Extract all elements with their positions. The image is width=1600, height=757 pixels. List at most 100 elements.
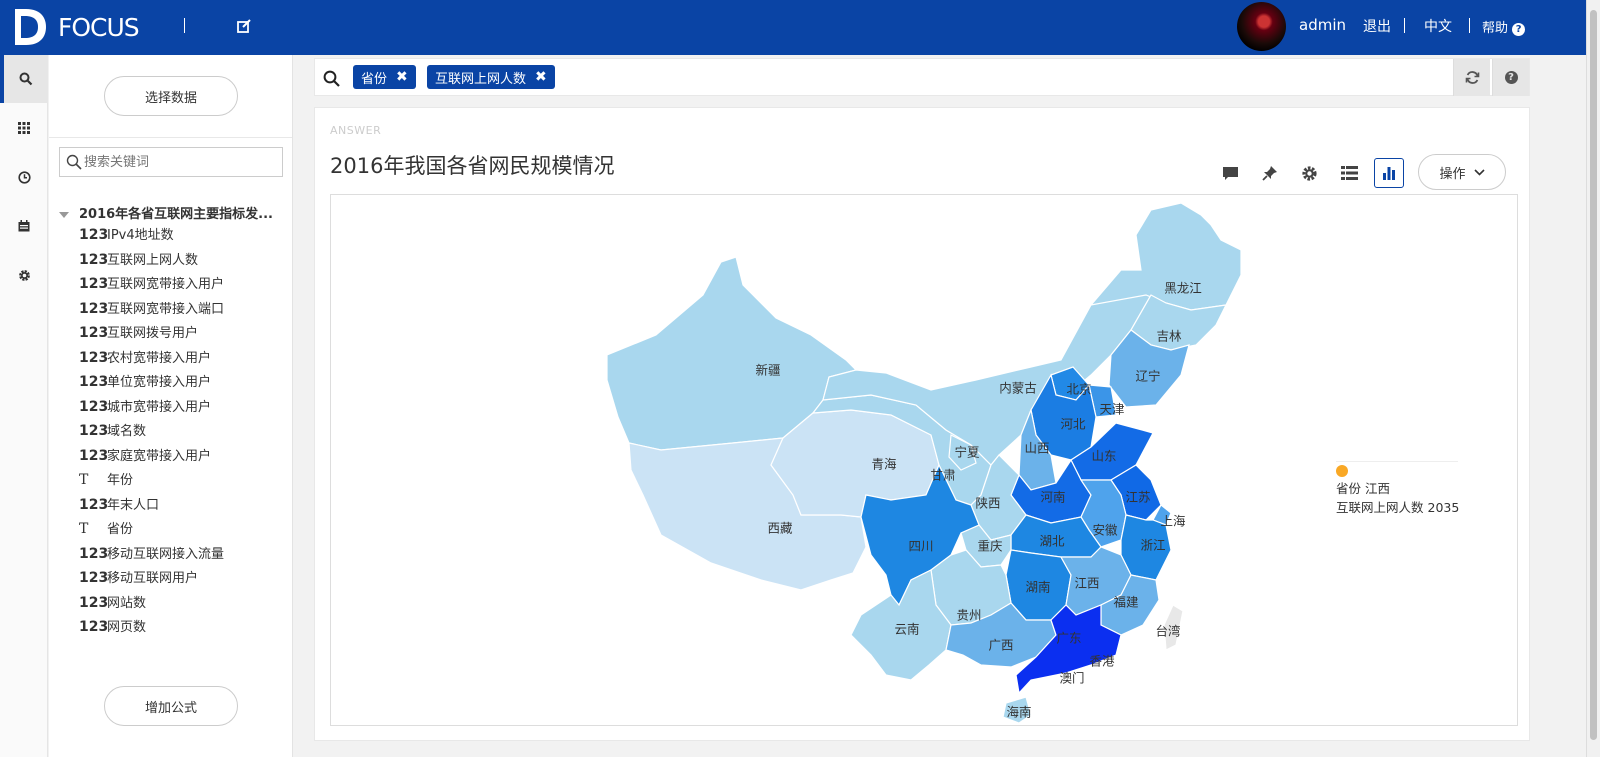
field-item[interactable]: 123年末人口 bbox=[79, 494, 159, 514]
field-name: 年末人口 bbox=[107, 497, 160, 513]
field-item[interactable]: 123移动互联网用户 bbox=[79, 567, 198, 587]
field-name: 城市宽带接入用户 bbox=[107, 399, 212, 415]
field-name: IPv4地址数 bbox=[107, 228, 174, 243]
username[interactable]: admin bbox=[1299, 16, 1346, 34]
field-name: 网页数 bbox=[107, 620, 147, 635]
number-type-icon: 123 bbox=[79, 251, 109, 268]
province-label: 辽宁 bbox=[1135, 368, 1161, 384]
close-icon[interactable]: ✖ bbox=[396, 69, 408, 85]
field-name: 互联网上网人数 bbox=[107, 252, 199, 268]
history-nav-button[interactable] bbox=[0, 153, 48, 201]
close-icon[interactable]: ✖ bbox=[535, 69, 547, 85]
field-name: 网站数 bbox=[107, 595, 147, 611]
number-type-icon: 123 bbox=[79, 276, 109, 292]
field-item[interactable]: 123网站数 bbox=[79, 592, 146, 612]
field-item[interactable]: 123互联网宽带接入端口 bbox=[79, 298, 224, 318]
settings-nav-button[interactable] bbox=[0, 251, 48, 299]
field-item[interactable]: T 省份 bbox=[79, 518, 133, 538]
province-label: 浙江 bbox=[1140, 537, 1166, 553]
top-navbar: FOCUS admin 退出 中文 帮助 ? bbox=[0, 0, 1586, 55]
ops-label: 操作 bbox=[1439, 166, 1466, 182]
refresh-icon bbox=[1465, 71, 1479, 84]
province-label: 安徽 bbox=[1092, 522, 1118, 538]
search-bar[interactable]: 省份 ✖ 互联网上网人数 ✖ ? bbox=[314, 58, 1530, 96]
avatar[interactable] bbox=[1237, 2, 1286, 51]
icon-rail bbox=[0, 55, 48, 757]
number-type-icon: 123 bbox=[79, 398, 109, 415]
tooltip-divider bbox=[1336, 461, 1458, 462]
chart-view-button[interactable] bbox=[1374, 158, 1404, 188]
page-scrollbar[interactable] bbox=[1586, 0, 1600, 757]
province-label: 甘肃 bbox=[930, 467, 956, 483]
add-formula-button[interactable]: 增加公式 bbox=[104, 686, 238, 726]
field-name: 互联网宽带接入端口 bbox=[107, 301, 225, 317]
field-item[interactable]: 123IPv4地址数 bbox=[79, 224, 174, 244]
divider bbox=[49, 137, 292, 138]
pin-button[interactable] bbox=[1255, 158, 1285, 188]
field-item[interactable]: 123域名数 bbox=[79, 420, 146, 440]
field-name: 互联网宽带接入用户 bbox=[107, 277, 225, 292]
divider bbox=[1404, 18, 1405, 33]
comment-button[interactable] bbox=[1215, 158, 1245, 188]
refresh-button[interactable] bbox=[1453, 59, 1490, 96]
grid-nav-button[interactable] bbox=[0, 104, 48, 152]
number-type-icon: 123 bbox=[79, 447, 109, 464]
field-item[interactable]: T 年份 bbox=[79, 469, 133, 489]
edit-icon[interactable] bbox=[236, 18, 252, 34]
field-item[interactable]: 123城市宽带接入用户 bbox=[79, 396, 211, 416]
province-label: 陕西 bbox=[975, 495, 1001, 511]
brand-name: FOCUS bbox=[58, 13, 140, 42]
map-svg[interactable] bbox=[331, 195, 1517, 725]
help-link[interactable]: 帮助 ? bbox=[1482, 17, 1526, 36]
calendar-nav-button[interactable] bbox=[0, 202, 48, 250]
field-item[interactable]: 123互联网宽带接入用户 bbox=[79, 273, 224, 293]
province-label: 广东 bbox=[1056, 630, 1082, 646]
search-input[interactable] bbox=[84, 153, 274, 171]
settings-button[interactable] bbox=[1294, 158, 1324, 188]
field-item[interactable]: 123单位宽带接入用户 bbox=[79, 371, 211, 391]
number-type-icon: 123 bbox=[79, 227, 109, 243]
focus-logo-icon[interactable] bbox=[12, 7, 48, 47]
operations-dropdown[interactable]: 操作 bbox=[1418, 154, 1506, 190]
field-item[interactable]: 123农村宽带接入用户 bbox=[79, 347, 211, 367]
scrollbar-thumb[interactable] bbox=[1590, 10, 1597, 740]
tooltip-province-value: 江西 bbox=[1365, 481, 1391, 496]
chip-label: 省份 bbox=[361, 71, 388, 87]
filter-chip[interactable]: 互联网上网人数 ✖ bbox=[427, 65, 555, 89]
field-name: 互联网拨号用户 bbox=[107, 326, 199, 341]
keyword-search[interactable] bbox=[59, 147, 283, 177]
answer-card: ANSWER 2016年我国各省网民规模情况 操作 黑龙江 吉林 辽宁 内蒙古 … bbox=[314, 107, 1530, 741]
number-type-icon: 123 bbox=[79, 300, 109, 317]
number-type-icon: 123 bbox=[79, 325, 109, 341]
tooltip-province: 省份 江西 bbox=[1336, 479, 1460, 498]
logout-link[interactable]: 退出 bbox=[1363, 16, 1391, 36]
province-label: 内蒙古 bbox=[999, 380, 1037, 396]
province-label: 福建 bbox=[1113, 594, 1139, 610]
tooltip-marker bbox=[1336, 465, 1348, 477]
search-nav-button[interactable] bbox=[0, 55, 48, 103]
tooltip-metric-label: 互联网上网人数 bbox=[1336, 500, 1424, 515]
table-view-button[interactable] bbox=[1334, 158, 1364, 188]
field-item[interactable]: 123网页数 bbox=[79, 616, 146, 636]
field-item[interactable]: 123互联网上网人数 bbox=[79, 249, 198, 269]
province-label: 山西 bbox=[1024, 440, 1050, 456]
select-data-button[interactable]: 选择数据 bbox=[104, 76, 238, 116]
province-label: 江苏 bbox=[1125, 489, 1151, 505]
province-label: 山东 bbox=[1091, 448, 1117, 464]
field-item[interactable]: 123移动互联网接入流量 bbox=[79, 543, 224, 563]
china-map[interactable]: 黑龙江 吉林 辽宁 内蒙古 北京 天津 河北 山西 山东 河南 江苏 上海 安徽 浙江 湖北 江西 湖南 福建 广东… bbox=[330, 194, 1518, 726]
datasource-node[interactable]: 2016年各省互联网主要指标发... bbox=[59, 203, 273, 222]
search-icon bbox=[66, 154, 82, 170]
field-item[interactable]: 123家庭宽带接入用户 bbox=[79, 445, 211, 465]
gear-icon bbox=[18, 269, 30, 281]
field-item[interactable]: 123互联网拨号用户 bbox=[79, 322, 198, 342]
province-label: 湖北 bbox=[1039, 533, 1065, 549]
tooltip-province-label: 省份 bbox=[1336, 481, 1362, 496]
help-button[interactable]: ? bbox=[1492, 59, 1529, 96]
field-name: 家庭宽带接入用户 bbox=[107, 448, 212, 464]
caret-down-icon[interactable] bbox=[59, 211, 69, 218]
pin-icon bbox=[1262, 166, 1277, 181]
filter-chip[interactable]: 省份 ✖ bbox=[353, 65, 416, 89]
language-link[interactable]: 中文 bbox=[1424, 16, 1452, 36]
province-label: 宁夏 bbox=[954, 444, 980, 460]
